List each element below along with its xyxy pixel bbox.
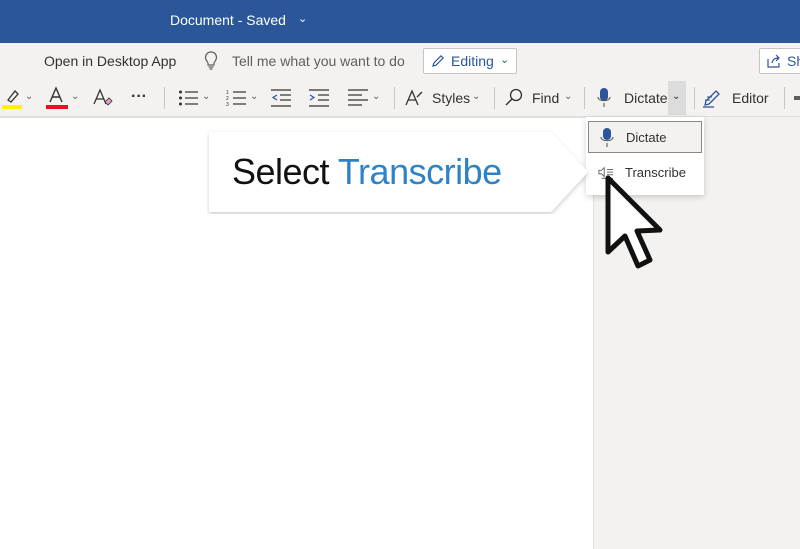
document-title[interactable]: Document - Saved [170, 12, 286, 28]
microphone-icon [597, 88, 611, 107]
search-icon [505, 88, 523, 106]
overflow-dot-icon[interactable] [794, 96, 800, 100]
bullet-list-icon [179, 90, 198, 106]
lightbulb-icon [204, 51, 218, 70]
share-button[interactable]: Sh [759, 48, 800, 74]
chevron-down-icon: ⌄ [202, 91, 211, 102]
ribbon-divider [584, 87, 585, 109]
callout-prefix: Select [232, 151, 338, 192]
ribbon-toolbar: ⌄ ⌄ ··· ⌄ 1 2 3 ⌄ ⌄ Styles ⌄ Find ⌄ Dict… [0, 79, 800, 117]
svg-text:3: 3 [226, 102, 229, 107]
bullets-button[interactable]: ⌄ [176, 79, 214, 117]
tell-me-placeholder: Tell me what you want to do [232, 53, 405, 69]
chevron-down-icon: ⌄ [71, 91, 80, 102]
command-bar: ⁾ Open in Desktop App Tell me what you w… [0, 43, 800, 79]
chevron-down-icon: ⌄ [672, 91, 681, 102]
numbering-button[interactable]: 1 2 3 ⌄ [224, 79, 262, 117]
title-bar: Document - Saved ⌄ [0, 0, 800, 43]
editing-mode-button[interactable]: Editing ⌄ [423, 48, 517, 74]
styles-label: Styles [432, 90, 471, 106]
open-in-desktop-app-button[interactable]: Open in Desktop App [44, 53, 176, 69]
mouse-pointer-icon [605, 175, 663, 269]
find-label: Find [532, 90, 560, 106]
microphone-icon [600, 128, 614, 147]
numbered-list-icon: 1 2 3 [226, 90, 246, 107]
clear-formatting-button[interactable] [92, 79, 116, 117]
editor-button[interactable]: Editor [702, 79, 774, 117]
decrease-indent-icon [271, 89, 291, 107]
dictate-label: Dictate [624, 90, 668, 106]
chevron-down-icon: ⌄ [472, 91, 481, 102]
ribbon-divider [394, 87, 395, 109]
more-icon: ··· [131, 88, 147, 105]
editor-pen-icon [703, 90, 720, 108]
font-color-button[interactable]: ⌄ [44, 79, 82, 117]
callout-highlight: Transcribe [337, 151, 502, 192]
pencil-icon [432, 54, 445, 67]
ribbon-divider [784, 87, 785, 109]
align-left-icon [348, 89, 368, 106]
chevron-down-icon: ⌄ [372, 91, 381, 102]
ribbon-divider [494, 87, 495, 109]
dictate-button[interactable]: Dictate [594, 79, 668, 117]
share-icon [767, 54, 780, 68]
align-button[interactable]: ⌄ [346, 79, 386, 117]
find-button[interactable]: Find ⌄ [504, 79, 576, 117]
chevron-down-icon: ⌄ [564, 91, 573, 102]
styles-icon [405, 89, 423, 106]
editor-label: Editor [732, 90, 769, 106]
chevron-down-icon: ⌄ [250, 91, 259, 102]
ribbon-divider [164, 87, 165, 109]
editing-label: Editing [451, 53, 494, 69]
increase-indent-button[interactable] [308, 79, 332, 117]
styles-button[interactable]: Styles ⌄ [404, 79, 486, 117]
callout-text: Select Transcribe [232, 151, 502, 193]
highlight-color-button[interactable]: ⌄ [0, 79, 38, 117]
increase-indent-icon [309, 89, 329, 107]
share-label: Sh [787, 53, 800, 69]
ribbon-divider [694, 87, 695, 109]
title-chevron-icon[interactable]: ⌄ [298, 12, 307, 25]
chevron-down-icon: ⌄ [500, 54, 510, 66]
decrease-indent-button[interactable] [270, 79, 294, 117]
clear-formatting-icon [93, 88, 113, 106]
chevron-down-icon: ⌄ [25, 91, 34, 102]
highlighter-icon [2, 90, 22, 109]
font-color-icon [46, 86, 68, 109]
menu-item-label: Dictate [626, 130, 667, 145]
menu-item-dictate[interactable]: Dictate [588, 121, 702, 153]
instruction-callout: Select Transcribe [207, 130, 593, 214]
dictate-dropdown-button[interactable]: ⌄ [668, 81, 686, 115]
more-options-button[interactable]: ··· [128, 79, 154, 117]
